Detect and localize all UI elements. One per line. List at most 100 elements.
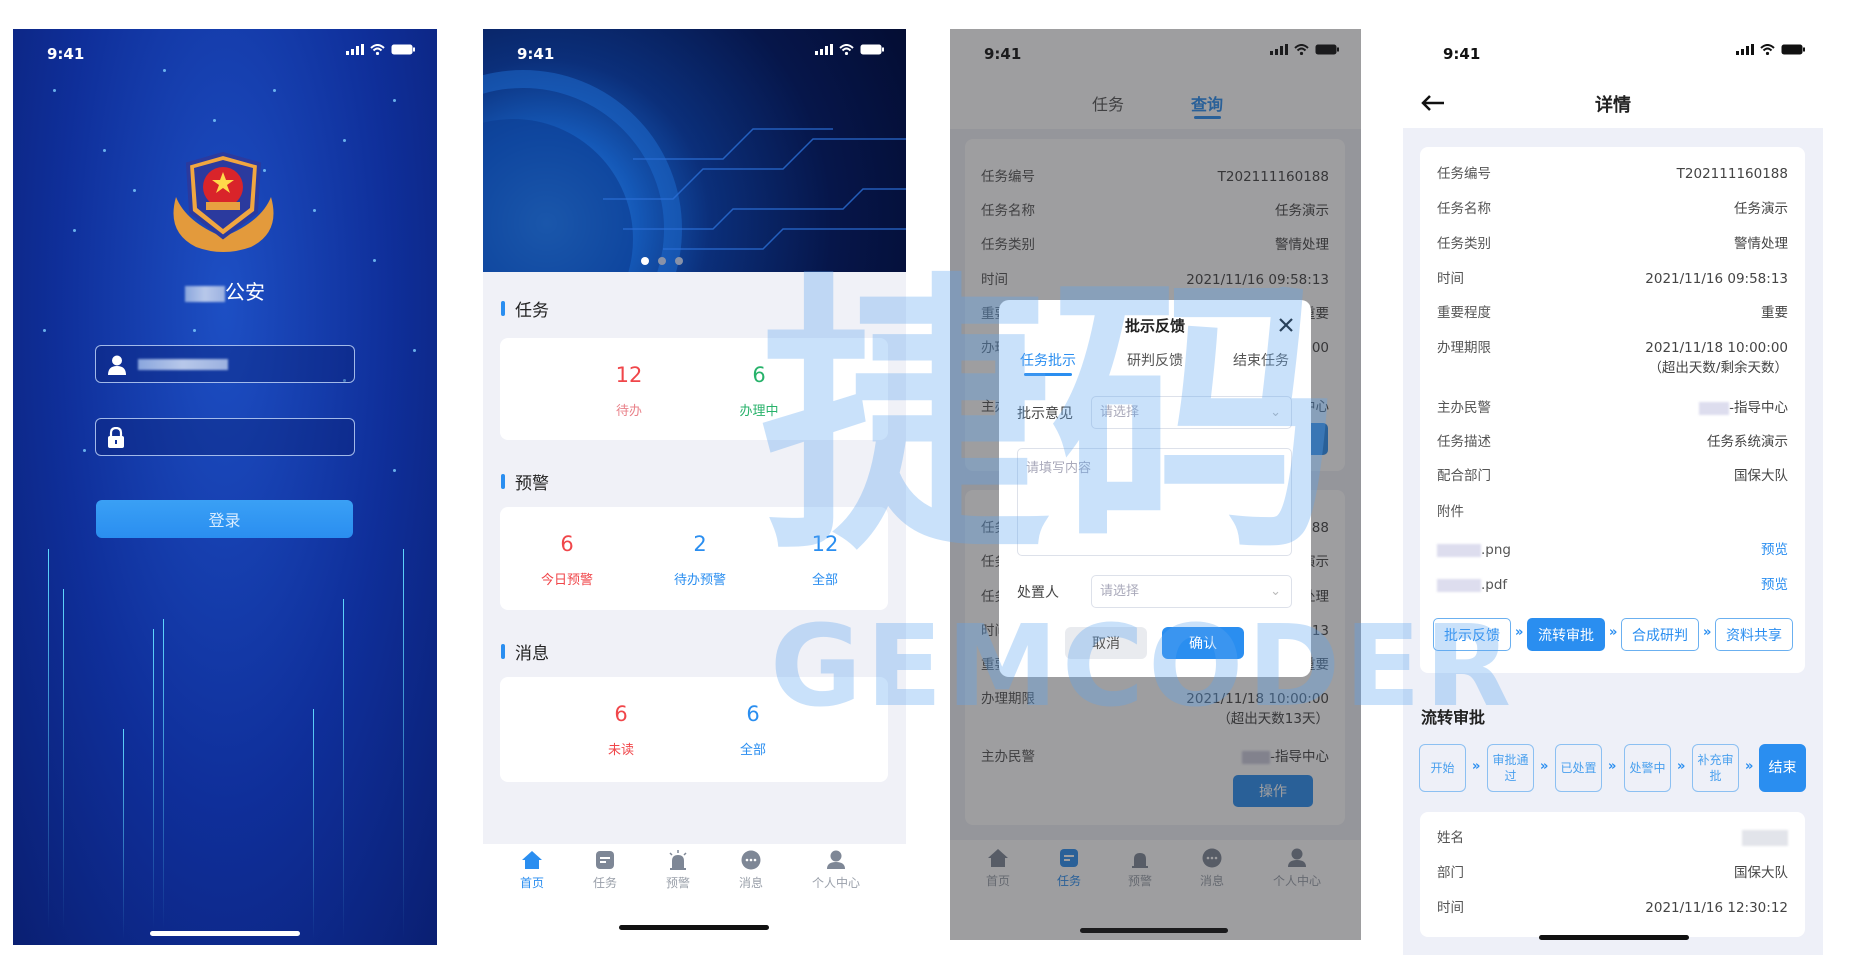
attachment-name: .pdf: [1437, 575, 1507, 595]
tab-message[interactable]: 消息: [716, 850, 786, 891]
stat-all-alert[interactable]: 12 全部: [775, 531, 875, 588]
home-indicator: [1539, 935, 1689, 940]
chevron-down-icon: ⌄: [1270, 584, 1281, 599]
close-icon[interactable]: [1279, 318, 1293, 332]
stat-today-alert[interactable]: 6 今日预警: [517, 531, 617, 588]
light-line: [343, 599, 344, 939]
chevron-down-icon: ⌄: [1270, 405, 1281, 420]
status-icons: [815, 44, 884, 55]
row-label: 部门: [1437, 865, 1464, 881]
section-title-message: 消息: [501, 639, 549, 664]
flow-step[interactable]: 已处置: [1555, 744, 1602, 792]
row-label: 任务名称: [1437, 201, 1491, 217]
star-dot: [83, 449, 86, 452]
query-screen: 9:41 任务 查询 任务编号 T202111160188 任务名称 任务演示 任务类别…: [950, 29, 1361, 940]
handler-select[interactable]: 请选择 ⌄: [1091, 575, 1292, 608]
battery-icon: [860, 44, 884, 55]
stat-unread[interactable]: 6 未读: [571, 701, 671, 758]
detail-row: 任务编号 T202111160188: [1437, 164, 1788, 184]
alert-stats-card: 6 今日预警 2 待办预警 12 全部: [500, 507, 888, 610]
star-dot: [43, 329, 46, 332]
row-label: 主办民警: [1437, 400, 1491, 416]
star-dot: [163, 69, 166, 72]
double-chevron-icon: »: [1703, 625, 1712, 640]
step-button[interactable]: 资料共享: [1715, 618, 1793, 651]
status-time: 9:41: [47, 45, 85, 63]
row-value: 警情处理: [1734, 236, 1788, 252]
modal-tab-feedback[interactable]: 研判反馈: [1110, 350, 1200, 370]
step-button[interactable]: 批示反馈: [1433, 618, 1511, 651]
flow-step[interactable]: 处警中: [1624, 744, 1671, 792]
row-label: 时间: [1437, 900, 1464, 916]
stat-all-message[interactable]: 6 全部: [703, 701, 803, 758]
opinion-select[interactable]: 请选择 ⌄: [1091, 396, 1292, 429]
tab-task[interactable]: 任务: [570, 850, 640, 891]
row-value: 国保大队: [1734, 865, 1788, 881]
step-button[interactable]: 合成研判: [1621, 618, 1699, 651]
tab-profile[interactable]: 个人中心: [801, 850, 871, 891]
cancel-button[interactable]: 取消: [1065, 627, 1147, 659]
alarm-icon: [669, 850, 687, 870]
row-label: 任务描述: [1437, 434, 1491, 450]
flow-step[interactable]: 开始: [1419, 744, 1466, 792]
detail-row: 配合部门 国保大队: [1437, 466, 1788, 486]
double-chevron-icon: »: [1515, 625, 1524, 640]
login-button[interactable]: 登录: [96, 500, 353, 538]
row-value: 任务系统演示: [1707, 434, 1788, 450]
police-emblem-logo: [173, 152, 274, 252]
preview-link[interactable]: 预览: [1761, 575, 1788, 595]
home-icon: [522, 851, 542, 869]
record-row: 姓名: [1437, 828, 1788, 848]
detail-row: 任务类别 警情处理: [1437, 234, 1788, 254]
battery-icon: [391, 44, 415, 55]
confirm-button[interactable]: 确认: [1162, 627, 1244, 659]
light-line: [163, 619, 164, 929]
org-suffix: 公安: [225, 280, 265, 304]
status-time: 9:41: [517, 45, 555, 63]
content-textarea[interactable]: 请填写内容: [1017, 448, 1292, 556]
page-title: 详情: [1595, 95, 1631, 116]
preview-link[interactable]: 预览: [1761, 540, 1788, 560]
row-value: -指导中心: [1699, 398, 1788, 418]
flow-step[interactable]: 审批通过: [1487, 744, 1534, 792]
modal-tab-underline: [1024, 373, 1072, 376]
feedback-modal: 批示反馈 任务批示 研判反馈 结束任务 批示意见 请选择 ⌄ 请填写内容 处置人 …: [999, 300, 1311, 677]
flow-step[interactable]: 结束: [1759, 744, 1806, 792]
star-dot: [373, 259, 376, 262]
status-icons: [346, 44, 415, 55]
approval-record-card: 姓名 部门 国保大队 时间 2021/11/16 12:30:12: [1420, 812, 1805, 937]
star-dot: [313, 209, 316, 212]
handler-label: 处置人: [1017, 585, 1059, 601]
double-chevron-icon: »: [1677, 759, 1686, 774]
section-title-task: 任务: [501, 296, 549, 321]
modal-tab-instruction[interactable]: 任务批示: [1003, 350, 1093, 370]
stat-in-progress[interactable]: 6 办理中: [709, 362, 809, 419]
home-screen: 9:41 任务 12 待办 6 办理中 预警 6 今日预警 2 待办预警 12 全部 消息…: [483, 29, 906, 945]
step-button[interactable]: 流转审批: [1527, 618, 1605, 651]
password-input[interactable]: [95, 418, 355, 456]
stat-pending[interactable]: 12 待办: [579, 362, 679, 419]
bottom-tab-bar: 首页 任务 预警 消息 个人中心: [483, 844, 906, 914]
carousel-dot-active[interactable]: [641, 257, 649, 265]
row-label: 时间: [1437, 271, 1464, 287]
carousel-dot[interactable]: [675, 257, 683, 265]
battery-icon: [1781, 44, 1805, 55]
username-input[interactable]: [95, 345, 355, 383]
light-line: [48, 549, 49, 929]
detail-row: 时间 2021/11/16 09:58:13: [1437, 269, 1788, 289]
attachment-row: .pdf 预览: [1437, 575, 1788, 595]
stat-pending-alert[interactable]: 2 待办预警: [650, 531, 750, 588]
carousel-dot[interactable]: [658, 257, 666, 265]
modal-tab-close-task[interactable]: 结束任务: [1216, 350, 1306, 370]
signal-icon: [1736, 44, 1754, 55]
tab-home[interactable]: 首页: [497, 850, 567, 891]
tab-alert[interactable]: 预警: [643, 850, 713, 891]
row-subvalue: （超出天数/剩余天数）: [1648, 360, 1788, 376]
star-dot: [273, 89, 276, 92]
flow-step[interactable]: 补充审批: [1692, 744, 1739, 792]
opinion-label: 批示意见: [1017, 406, 1073, 422]
message-icon: [741, 850, 761, 870]
globe-circuit-image: [483, 70, 906, 272]
banner-carousel[interactable]: [483, 29, 906, 272]
user-icon: [108, 355, 126, 375]
